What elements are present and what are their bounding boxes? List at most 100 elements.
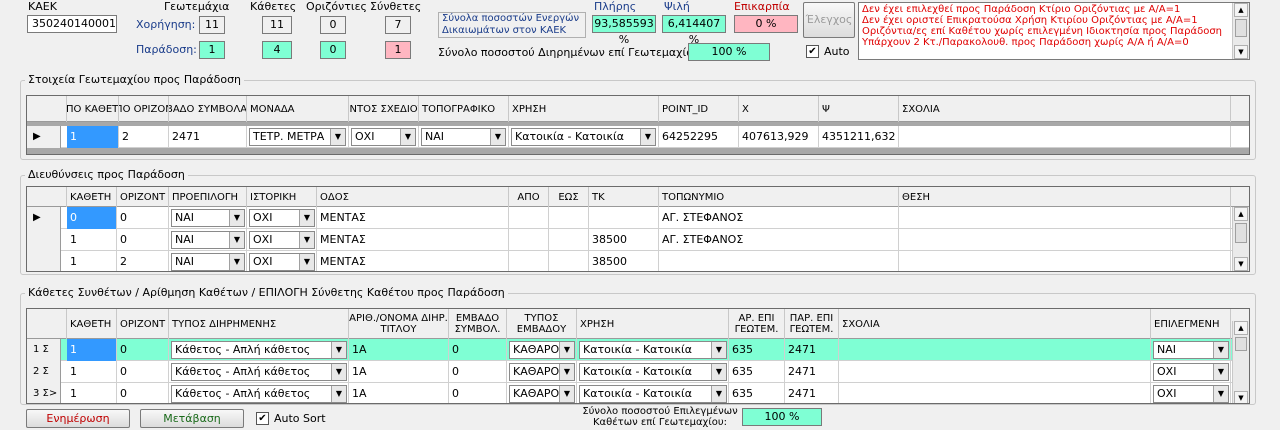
cell[interactable]: 407613,929 (739, 126, 819, 148)
use-dropdown[interactable]: Κατοικία - Κατοικία ▼ (579, 341, 727, 359)
scroll-up-icon[interactable]: ▲ (1234, 321, 1248, 335)
chevron-down-icon[interactable]: ▼ (559, 386, 574, 402)
cell[interactable]: 38500 (589, 251, 659, 271)
cell[interactable]: 64252295 (659, 126, 739, 148)
scroll-down-icon[interactable]: ▼ (1234, 257, 1248, 271)
cell[interactable] (899, 207, 1231, 229)
cell[interactable]: 1 (67, 339, 117, 361)
cell[interactable] (509, 251, 549, 271)
cell[interactable]: 2471 (785, 361, 839, 383)
use-dropdown[interactable]: Κατοικία - Κατοικία ▼ (579, 363, 727, 381)
cell[interactable]: 2 (119, 126, 169, 148)
cell[interactable] (839, 339, 1151, 361)
autosort-checkbox[interactable]: ✔ (256, 412, 269, 425)
cell[interactable]: 0 (449, 383, 507, 403)
chevron-down-icon[interactable]: ▼ (229, 254, 244, 270)
cell[interactable]: 38500 (589, 229, 659, 251)
address-row[interactable]: 1 0 ΝΑΙ ▼ ΟΧΙ ▼ ΜΕΝΤΑΣ 38500 ΑΓ. ΣΤΕΦΑΝΟΣ (27, 229, 1249, 251)
auto-checkbox[interactable]: ✔ (806, 45, 819, 58)
cell[interactable]: 2471 (785, 383, 839, 403)
cell[interactable]: 1 (67, 251, 117, 271)
chevron-down-icon[interactable]: ▼ (559, 364, 574, 380)
unit-dropdown[interactable]: ΤΕΤΡ. ΜΕΤΡΑ ▼ (249, 128, 346, 146)
chevron-down-icon[interactable]: ▼ (1213, 364, 1228, 380)
scroll-up-icon[interactable]: ▲ (1234, 3, 1248, 17)
messages-scrollbar[interactable]: ▲ ▼ (1232, 3, 1249, 59)
default-dropdown[interactable]: ΝΑΙ ▼ (171, 231, 245, 249)
cell[interactable]: ΜΕΝΤΑΣ (317, 229, 509, 251)
cell[interactable] (549, 229, 589, 251)
go-button[interactable]: Μετάβαση (140, 409, 244, 428)
scroll-thumb[interactable] (1235, 19, 1247, 37)
cell[interactable] (839, 383, 1151, 403)
cell[interactable] (509, 207, 549, 229)
cell[interactable]: ΜΕΝΤΑΣ (317, 207, 509, 229)
use-dropdown[interactable]: Κατοικία - Κατοικία ▼ (579, 385, 727, 403)
cell[interactable] (549, 207, 589, 229)
cell[interactable]: 0 (117, 229, 169, 251)
address-row[interactable]: 1 2 ΝΑΙ ▼ ΟΧΙ ▼ ΜΕΝΤΑΣ 38500 (27, 251, 1249, 271)
chevron-down-icon[interactable]: ▼ (229, 232, 244, 248)
default-dropdown[interactable]: ΝΑΙ ▼ (171, 253, 245, 271)
selected-dropdown[interactable]: ΝΑΙ ▼ (1153, 341, 1229, 359)
cell[interactable] (549, 251, 589, 271)
cell[interactable]: 1 (67, 361, 117, 383)
update-button[interactable]: Ενημέρωση (26, 409, 130, 428)
chevron-down-icon[interactable]: ▼ (559, 342, 574, 358)
cell[interactable]: 1 (67, 229, 117, 251)
cell[interactable]: 1 (67, 126, 119, 148)
cell[interactable] (899, 229, 1231, 251)
chevron-down-icon[interactable]: ▼ (299, 210, 314, 226)
scroll-thumb[interactable] (1235, 223, 1247, 243)
chevron-down-icon[interactable]: ▼ (299, 254, 314, 270)
chevron-down-icon[interactable]: ▼ (711, 364, 726, 380)
historic-dropdown[interactable]: ΟΧΙ ▼ (249, 209, 315, 227)
composite-row[interactable]: 1 Σ 1 0 Κάθετος - Απλή κάθετος ▼ 1Α 0 ΚΑΘΑΡΟ ▼ Κα… (27, 339, 1249, 361)
cell[interactable]: ΑΓ. ΣΤΕΦΑΝΟΣ (659, 207, 899, 229)
cell[interactable] (659, 251, 899, 271)
cell[interactable] (839, 361, 1151, 383)
cell[interactable] (899, 126, 1231, 148)
cell[interactable]: 635 (729, 361, 785, 383)
scroll-down-icon[interactable]: ▼ (1234, 45, 1248, 59)
chevron-down-icon[interactable]: ▼ (229, 210, 244, 226)
selected-dropdown[interactable]: ΟΧΙ ▼ (1153, 385, 1229, 403)
cell[interactable] (589, 207, 659, 229)
chevron-down-icon[interactable]: ▼ (711, 342, 726, 358)
type-dropdown[interactable]: Κάθετος - Απλή κάθετος ▼ (171, 363, 347, 381)
cell[interactable]: 4351211,632 (819, 126, 899, 148)
cell[interactable]: 0 (117, 361, 169, 383)
cell[interactable]: 0 (117, 207, 169, 229)
area-type-dropdown[interactable]: ΚΑΘΑΡΟ ▼ (509, 341, 575, 359)
scroll-up-icon[interactable]: ▲ (1234, 207, 1248, 221)
historic-dropdown[interactable]: ΟΧΙ ▼ (249, 231, 315, 249)
chevron-down-icon[interactable]: ▼ (299, 232, 314, 248)
cell[interactable] (899, 251, 1231, 271)
in-plan-dropdown[interactable]: ΟΧΙ ▼ (351, 128, 416, 146)
use-dropdown[interactable]: Κατοικία - Κατοικία ▼ (511, 128, 656, 146)
cell[interactable]: 635 (729, 383, 785, 403)
topographic-dropdown[interactable]: ΝΑΙ ▼ (421, 128, 506, 146)
cell[interactable]: 635 (729, 339, 785, 361)
scroll-down-icon[interactable]: ▼ (1234, 391, 1248, 403)
selected-dropdown[interactable]: ΟΧΙ ▼ (1153, 363, 1229, 381)
parcel-row[interactable]: ▶ 1 2 2471 ΤΕΤΡ. ΜΕΤΡΑ ▼ ΟΧΙ ▼ ΝΑΙ ▼ Κατοικ… (27, 126, 1249, 148)
cell[interactable]: 1Α (349, 361, 449, 383)
default-dropdown[interactable]: ΝΑΙ ▼ (171, 209, 245, 227)
composite-scrollbar[interactable]: ▲ ▼ (1232, 321, 1249, 403)
check-button[interactable]: Έλεγχος (803, 2, 855, 38)
type-dropdown[interactable]: Κάθετος - Απλή κάθετος ▼ (171, 385, 347, 403)
type-dropdown[interactable]: Κάθετος - Απλή κάθετος ▼ (171, 341, 347, 359)
cell[interactable] (509, 229, 549, 251)
chevron-down-icon[interactable]: ▼ (331, 364, 346, 380)
cell[interactable]: 2471 (169, 126, 247, 148)
address-row[interactable]: ▶ 0 0 ΝΑΙ ▼ ΟΧΙ ▼ ΜΕΝΤΑΣ ΑΓ. ΣΤΕΦΑΝΟΣ (27, 207, 1249, 229)
cell[interactable]: 0 (117, 383, 169, 403)
historic-dropdown[interactable]: ΟΧΙ ▼ (249, 253, 315, 271)
composite-row[interactable]: 3 Σ> 1 0 Κάθετος - Απλή κάθετος ▼ 1Α 0 ΚΑΘΑΡΟ ▼ Κ… (27, 383, 1249, 403)
area-type-dropdown[interactable]: ΚΑΘΑΡΟ ▼ (509, 363, 575, 381)
cell[interactable]: 0 (117, 339, 169, 361)
cell[interactable]: 0 (449, 361, 507, 383)
cell[interactable]: ΑΓ. ΣΤΕΦΑΝΟΣ (659, 229, 899, 251)
scroll-thumb[interactable] (1235, 337, 1247, 351)
